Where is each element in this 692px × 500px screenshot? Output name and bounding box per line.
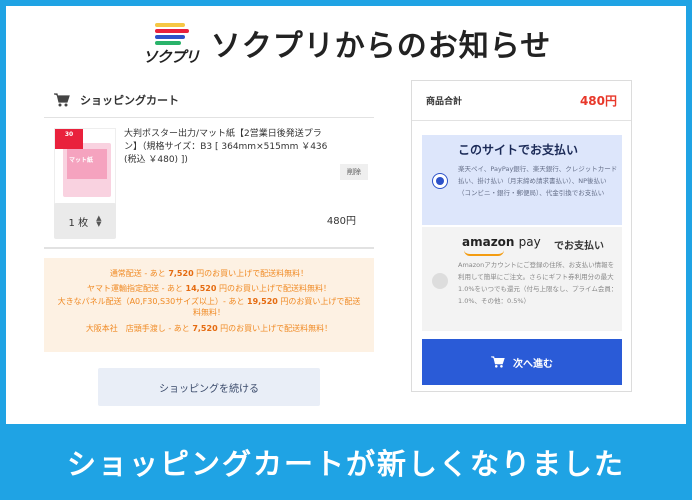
payment-option-site[interactable]: このサイトでお支払い 楽天ペイ、PayPay銀行、楽天銀行、クレジットカード払い… xyxy=(422,135,622,225)
cart-heading-label: ショッピングカート xyxy=(80,93,179,107)
amazon-pay-suffix: でお支払い xyxy=(554,241,604,252)
cart-icon xyxy=(491,356,505,368)
amazon-pay-logo: amazon pay xyxy=(462,235,541,249)
logo-text: ソクプリ xyxy=(142,48,200,66)
payment-option-desc: 楽天ペイ、PayPay銀行、楽天銀行、クレジットカード払い、掛け払い（月末締め請… xyxy=(458,165,618,197)
announcement-banner: ショッピングカートが新しくなりました xyxy=(0,424,692,500)
quantity-value: 1 枚 xyxy=(68,217,89,229)
cart-icon xyxy=(54,92,70,106)
cart-heading: ショッピングカート xyxy=(44,82,374,118)
notice-line: 大きなパネル配送（A0,F30,S30サイズ以上）- あと 19,520 円のお… xyxy=(57,297,361,317)
notice-line: 大阪本社 店頭手渡し - あと 7,520 円のお買い上げで配送料無料！ xyxy=(85,324,333,333)
product-name[interactable]: 大判ポスター出力/マット紙【2営業日後発送プラン】（規格サイズ：B3 [ 364… xyxy=(124,128,329,167)
product-thumbnail[interactable]: 30 マット紙 xyxy=(54,128,116,206)
continue-shopping-button[interactable]: ショッピングを続ける xyxy=(98,368,320,406)
next-step-button[interactable]: 次へ進む xyxy=(422,339,622,385)
payment-option-title: このサイトでお支払い xyxy=(458,143,579,157)
thumb-badge: 30 xyxy=(55,129,83,149)
thumb-tag: マット紙 xyxy=(69,157,94,164)
item-price: 480円 xyxy=(326,216,356,227)
notice-line: 通常配送 - あと 7,520 円のお買い上げで配送料無料！ xyxy=(109,269,309,278)
payment-option-amazon-pay[interactable]: amazon pay でお支払い Amazonアカウントにご登録の住所、お支払い… xyxy=(422,227,622,331)
amazon-pay-desc: Amazonアカウントにご登録の住所、お支払い情報を利用して簡単にご注文。さらに… xyxy=(458,261,618,305)
quantity-select[interactable]: 1 枚 ▲ ▼ xyxy=(54,203,116,239)
select-arrows-icon: ▲ ▼ xyxy=(96,214,102,228)
subtotal-row: 商品合計 480円 xyxy=(412,81,631,121)
remove-button[interactable]: 削除 xyxy=(340,164,368,180)
notice-line: ヤマト運輸指定配送 - あと 14,520 円のお買い上げで配送料無料！ xyxy=(87,284,331,293)
payment-radio-unselected[interactable] xyxy=(432,273,448,289)
divider xyxy=(44,248,374,249)
subtotal-label: 商品合計 xyxy=(426,97,463,107)
amazon-smile-icon xyxy=(464,250,504,256)
page-title: ソクプリからのお知らせ xyxy=(210,29,552,64)
next-step-label: 次へ進む xyxy=(513,358,553,370)
shipping-notice: 通常配送 - あと 7,520 円のお買い上げで配送料無料！ ヤマト運輸指定配送… xyxy=(44,258,374,352)
order-summary-panel: 商品合計 480円 このサイトでお支払い 楽天ペイ、PayPay銀行、楽天銀行、… xyxy=(411,80,632,392)
subtotal-value: 480円 xyxy=(579,94,617,108)
banner-text: ショッピングカートが新しくなりました xyxy=(66,447,625,481)
payment-radio-selected[interactable] xyxy=(432,173,448,189)
announcement-header: ソクプリ ソクプリからのお知らせ xyxy=(0,14,692,72)
sokupuri-logo: ソクプリ xyxy=(141,19,200,67)
shopping-cart-panel: ショッピングカート 30 マット紙 大判ポスター出力/マット紙【2営業日後発送プ… xyxy=(44,82,374,352)
